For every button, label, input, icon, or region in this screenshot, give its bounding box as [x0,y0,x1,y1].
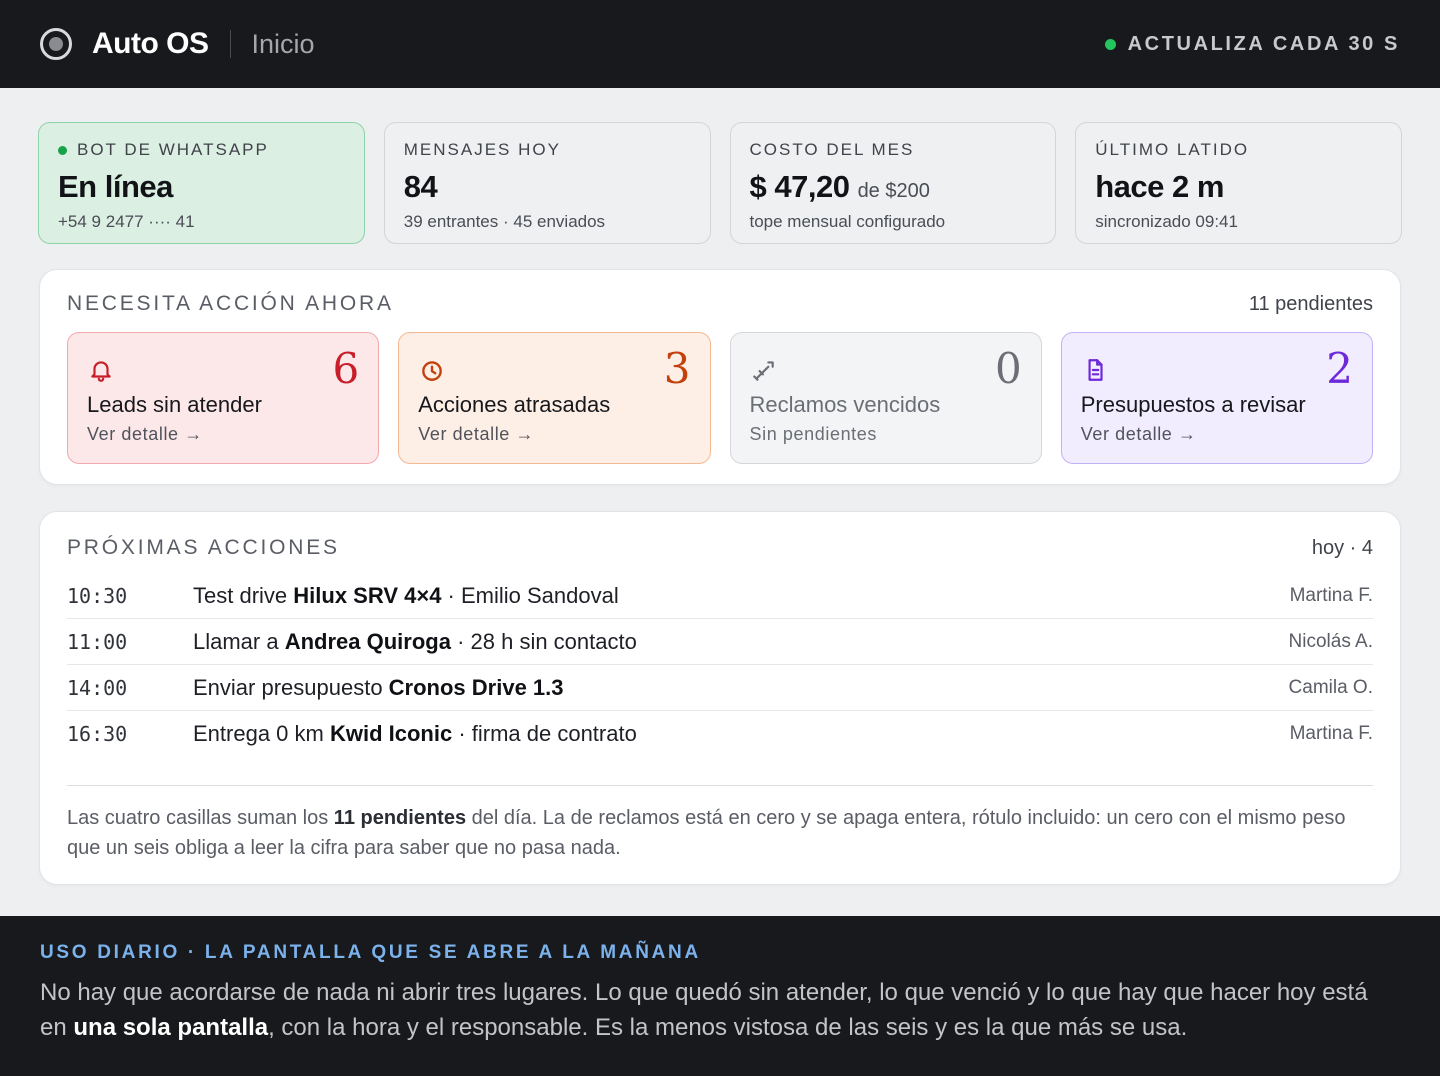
agenda-time: 11:00 [67,629,128,654]
online-dot-icon [58,145,67,155]
agenda-row[interactable]: 14:00 Enviar presupuesto Cronos Drive 1.… [67,665,1373,711]
app-title: Auto OS [92,27,209,60]
stat-card-monthly-cost[interactable]: COSTO DEL MES $ 47,20 de $200 tope mensu… [729,122,1057,244]
title-divider [229,30,231,58]
pending-count: 11 pendientes [1248,292,1373,315]
action-needed-panel: NECESITA ACCIÓN AHORA 11 pendientes 6 Le… [39,269,1401,485]
note-text: Las cuatro casillas suman los [67,807,334,829]
stat-label: COSTO DEL MES [749,140,915,159]
tile-detail-link[interactable]: Ver detalle → [1081,424,1197,445]
agenda-row[interactable]: 11:00 Llamar a Andrea Quiroga · 28 h sin… [67,619,1373,665]
agenda-text: · 28 h sin contacto [450,628,637,654]
tile-count: 2 [1326,344,1353,393]
stat-label: ÚLTIMO LATIDO [1095,140,1250,159]
stat-value: hace 2 m [1095,169,1224,204]
agenda-subject: Cronos Drive 1.3 [388,674,564,700]
stat-sub: tope mensual configurado [749,212,946,231]
footer-eyebrow: USO DIARIO · LA PANTALLA QUE SE ABRE A L… [40,942,701,963]
section-title: NECESITA ACCIÓN AHORA [67,292,394,315]
logo-icon [40,28,72,60]
refresh-indicator: ACTUALIZA CADA 30 S [1104,32,1400,56]
agenda-owner: Camila O. [1288,676,1373,698]
stat-card-whatsapp-bot[interactable]: BOT DE WHATSAPP En línea +54 9 2477 ····… [38,122,365,244]
explanatory-note: Las cuatro casillas suman los 11 pendien… [67,803,1373,863]
tile-expired-claims[interactable]: 0 Reclamos vencidos Sin pendientes [729,332,1042,464]
stat-value-cap: de $200 [857,180,930,202]
stat-label: BOT DE WHATSAPP [77,140,269,159]
agenda-description: Entrega 0 km Kwid Iconic · firma de cont… [193,721,1290,747]
agenda-subject: Kwid Iconic [329,721,453,746]
agenda-row[interactable]: 16:30 Entrega 0 km Kwid Iconic · firma d… [67,711,1373,757]
tile-quotes-to-review[interactable]: 2 Presupuestos a revisar Ver detalle → [1060,332,1373,464]
tile-overdue-actions[interactable]: 3 Acciones atrasadas Ver detalle → [398,332,711,464]
stat-label: MENSAJES HOY [403,140,561,159]
agenda-description: Test drive Hilux SRV 4×4 · Emilio Sandov… [193,583,1290,609]
stat-sub: +54 9 2477 ···· 41 [58,212,195,231]
breadcrumb-current-page: Inicio [251,28,315,59]
tile-detail-link[interactable]: Ver detalle → [418,424,534,445]
stat-value: 84 [403,169,438,204]
footer-text-part: , con la hora y el responsable. Es la me… [268,1014,1188,1041]
agenda-time: 16:30 [67,722,128,746]
tile-label: Leads sin atender [87,392,262,417]
tile-count: 3 [663,344,691,393]
clock-icon [422,361,443,381]
stat-value: En línea [58,169,173,204]
stat-card-messages-today[interactable]: MENSAJES HOY 84 39 entrantes · 45 enviad… [383,122,711,244]
tile-count: 6 [332,344,360,393]
top-bar: Auto OS Inicio ACTUALIZA CADA 30 S [0,0,1440,88]
stat-sub: 39 entrantes · 45 enviados [403,212,606,231]
wrench-icon [752,361,774,381]
agenda-text: · Emilio Sandoval [441,582,619,608]
tile-label: Reclamos vencidos [749,392,941,417]
agenda-text: Llamar a [193,628,285,654]
agenda-text: Enviar presupuesto [193,674,389,700]
agenda-time: 14:00 [67,675,128,700]
agenda-owner: Martina F. [1289,723,1373,744]
stat-card-last-heartbeat[interactable]: ÚLTIMO LATIDO hace 2 m sincronizado 09:4… [1075,122,1402,244]
tile-label: Acciones atrasadas [418,392,611,417]
tile-label: Presupuestos a revisar [1080,392,1306,417]
footer-text: No hay que acordarse de nada ni abrir tr… [40,975,1400,1045]
today-count: hoy · 4 [1311,536,1373,559]
next-actions-panel: PRÓXIMAS ACCIONES hoy · 4 10:30 Test dri… [39,511,1401,885]
status-dot-icon [1104,38,1116,50]
agenda-subject: Hilux SRV 4×4 [293,582,442,608]
agenda-owner: Nicolás A. [1288,630,1373,652]
agenda-owner: Martina F. [1289,584,1373,606]
footer-highlight: una sola pantalla [73,1014,269,1041]
agenda-text: Entrega 0 km [193,721,330,746]
stat-value-amount: $ 47,20 [749,169,850,204]
document-icon [1088,359,1103,381]
agenda-time: 10:30 [67,583,128,608]
refresh-label: ACTUALIZA CADA 30 S [1127,32,1400,55]
agenda-description: Enviar presupuesto Cronos Drive 1.3 [193,675,1289,701]
tile-status-text: Sin pendientes [749,424,877,444]
note-highlight: 11 pendientes [333,807,467,829]
section-title: PRÓXIMAS ACCIONES [67,536,340,559]
agenda-subject: Andrea Quiroga [284,628,451,654]
tile-count: 0 [995,344,1022,393]
agenda-text: · firma de contrato [452,721,637,746]
bell-icon [91,361,111,382]
stat-value: $ 47,20 de $200 [750,169,1037,205]
tile-unattended-leads[interactable]: 6 Leads sin atender Ver detalle → [67,332,380,464]
agenda-row[interactable]: 10:30 Test drive Hilux SRV 4×4 · Emilio … [67,573,1373,619]
tile-detail-link[interactable]: Ver detalle → [87,424,203,445]
agenda-text: Test drive [193,582,294,608]
stats-row: BOT DE WHATSAPP En línea +54 9 2477 ····… [38,122,1402,244]
stat-sub: sincronizado 09:41 [1095,212,1238,231]
agenda-description: Llamar a Andrea Quiroga · 28 h sin conta… [193,629,1289,655]
footer-caption: USO DIARIO · LA PANTALLA QUE SE ABRE A L… [0,916,1440,1076]
divider [67,785,1373,786]
